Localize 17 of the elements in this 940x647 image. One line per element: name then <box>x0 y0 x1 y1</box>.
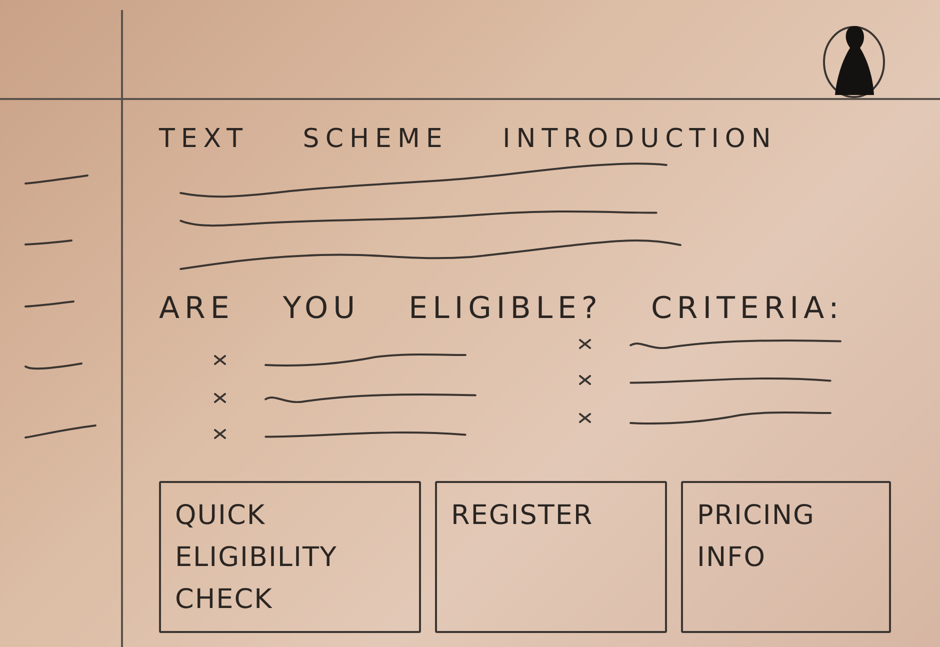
sketch-button[interactable]: PRICING INFO <box>681 481 891 633</box>
section-heading: TEXT SCHEME INTRODUCTION <box>159 123 777 156</box>
cross-icon <box>579 339 591 349</box>
sidebar-item-placeholder[interactable] <box>24 300 75 308</box>
sketch-button[interactable]: QUICK ELIGIBILITY CHECK <box>159 481 421 633</box>
cross-icon <box>214 429 226 440</box>
cross-icon <box>214 354 226 365</box>
sketch-button[interactable]: REGISTER <box>435 481 667 633</box>
sidebar-item-placeholder[interactable] <box>24 424 97 440</box>
sidebar-item-placeholder[interactable] <box>24 362 83 370</box>
section-heading: ARE YOU ELIGIBLE? CRITERIA: <box>159 290 844 328</box>
avatar-icon[interactable] <box>822 23 886 99</box>
cross-icon <box>579 375 591 386</box>
cross-icon <box>214 393 226 404</box>
sidebar-item-placeholder[interactable] <box>24 239 73 246</box>
sidebar-item-placeholder[interactable] <box>24 174 89 185</box>
cross-icon <box>579 413 591 424</box>
